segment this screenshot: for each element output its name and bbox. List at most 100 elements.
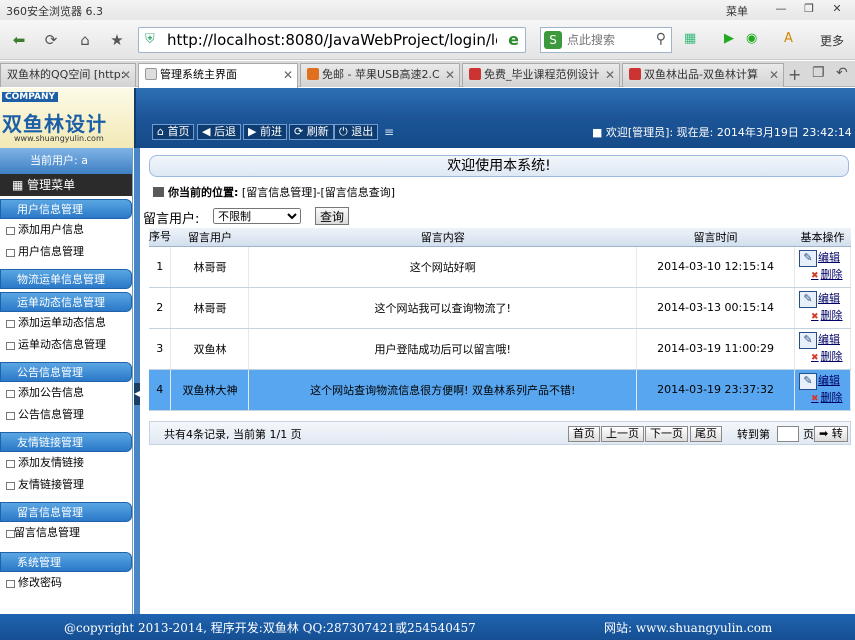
tab-shuangyulin[interactable]: 双鱼林出品-双鱼林计算 ✕ bbox=[622, 63, 784, 87]
tab-free-course[interactable]: 免费_毕业课程范例设计 ✕ bbox=[462, 63, 620, 87]
footer: @copyright 2013-2014, 程序开发:双鱼林 QQ:287307… bbox=[0, 614, 855, 640]
cell-time: 2014-03-19 11:00:29 bbox=[636, 328, 795, 370]
sidebar-group-waybill-dynamic[interactable]: 运单动态信息管理 bbox=[0, 292, 132, 312]
table-row[interactable]: 1 林哥哥 这个网站好啊 2014-03-10 12:15:14 编辑删除 bbox=[149, 246, 851, 288]
nav-label: 退出 bbox=[351, 125, 374, 138]
close-tab-icon[interactable]: ✕ bbox=[769, 64, 779, 86]
table-row[interactable]: 2 林哥哥 这个网站我可以查询物流了! 2014-03-13 00:15:14 … bbox=[149, 287, 851, 329]
tab-qq-space[interactable]: 双鱼林的QQ空间 [http: ✕ bbox=[0, 63, 136, 87]
back-icon[interactable]: ⬅ bbox=[6, 27, 32, 53]
edit-link[interactable]: 编辑 bbox=[799, 251, 840, 264]
edit-link[interactable]: 编辑 bbox=[799, 292, 840, 305]
brand-name: 双鱼林设计 bbox=[2, 112, 107, 136]
sidebar-item-link-manage[interactable]: 友情链接管理 bbox=[0, 474, 132, 496]
sidebar-item-message-manage[interactable]: 留言信息管理 bbox=[0, 522, 132, 544]
sidebar-item-add-notice[interactable]: 添加公告信息 bbox=[0, 382, 132, 404]
cell-ops: 编辑删除 bbox=[794, 246, 851, 288]
search-box[interactable]: S ⚲ bbox=[540, 27, 672, 53]
search-input[interactable] bbox=[567, 32, 647, 48]
query-button[interactable]: 查询 bbox=[315, 207, 349, 225]
search-icon[interactable]: ⚲ bbox=[656, 31, 666, 47]
browser-menu-button[interactable]: 菜单 bbox=[726, 3, 748, 19]
sidebar-group-links[interactable]: 友情链接管理 bbox=[0, 432, 132, 452]
sidebar-group-user[interactable]: 用户信息管理 bbox=[0, 199, 132, 219]
delete-link[interactable]: 删除 bbox=[799, 309, 843, 322]
sidebar-group-messages[interactable]: 留言信息管理 bbox=[0, 502, 132, 522]
edit-link[interactable]: 编辑 bbox=[799, 374, 840, 387]
nav-home-button[interactable]: ⌂ 首页 bbox=[152, 124, 195, 140]
restore-tab-icon[interactable]: ↶ bbox=[836, 65, 848, 81]
collapse-arrow-icon[interactable]: ◀ bbox=[134, 383, 140, 405]
more-button[interactable]: 更多 bbox=[820, 32, 844, 49]
table-header-row: 序号 留言用户 留言内容 留言时间 基本操作 bbox=[149, 228, 851, 247]
table-row-selected[interactable]: 4 双鱼林大神 这个网站查询物流信息很方便啊! 双鱼林系列产品不错! 2014-… bbox=[149, 369, 851, 411]
sidebar-group-notice[interactable]: 公告信息管理 bbox=[0, 362, 132, 382]
close-window-icon[interactable]: ✕ bbox=[828, 2, 846, 16]
sidebar-item-add-link[interactable]: 添加友情链接 bbox=[0, 452, 132, 474]
delete-link[interactable]: 删除 bbox=[799, 268, 843, 281]
cell-no: 2 bbox=[149, 287, 172, 329]
security-icon[interactable]: ◉ bbox=[746, 31, 757, 46]
location-icon bbox=[153, 187, 164, 197]
browser-titlebar: 360安全浏览器 6.3 菜单 — ❐ ✕ bbox=[0, 0, 855, 20]
menu-title: ▦ 管理菜单 bbox=[0, 174, 132, 196]
nav-forward-button[interactable]: ▶ 前进 bbox=[243, 124, 287, 140]
nav-label: 前进 bbox=[259, 125, 282, 138]
goto-page-input[interactable] bbox=[777, 426, 799, 442]
footer-copyright: @copyright 2013-2014, 程序开发:双鱼林 QQ:287307… bbox=[64, 621, 476, 635]
search-engine-icon[interactable]: S bbox=[544, 31, 562, 49]
minimize-icon[interactable]: — bbox=[772, 2, 790, 16]
sidebar-item-dynamic-manage[interactable]: 运单动态信息管理 bbox=[0, 334, 132, 356]
url-input[interactable] bbox=[167, 30, 497, 50]
last-page-button[interactable]: 尾页 bbox=[690, 426, 722, 442]
favorite-star-icon[interactable]: ★ bbox=[104, 27, 130, 53]
message-table: 序号 留言用户 留言内容 留言时间 基本操作 1 林哥哥 这个网站好啊 2014… bbox=[149, 228, 851, 411]
go-button[interactable]: ➡ 转 bbox=[814, 426, 848, 442]
prev-page-button[interactable]: 上一页 bbox=[601, 426, 644, 442]
current-user: 当前用户: a bbox=[0, 148, 132, 174]
new-tab-icon[interactable]: + bbox=[788, 65, 801, 84]
translate-icon[interactable]: A bbox=[784, 31, 793, 46]
menu-lines-icon: ≡ bbox=[384, 125, 395, 139]
sidebar-group-system[interactable]: 系统管理 bbox=[0, 552, 132, 572]
tab-free-mail[interactable]: 免邮 - 苹果USB高速2.C ✕ bbox=[300, 63, 460, 87]
delete-link[interactable]: 删除 bbox=[799, 391, 843, 404]
close-tab-icon[interactable]: ✕ bbox=[283, 64, 293, 86]
table-row[interactable]: 3 双鱼林 用户登陆成功后可以留言哦! 2014-03-19 11:00:29 … bbox=[149, 328, 851, 370]
address-bar[interactable]: ⛨ e bbox=[138, 27, 526, 53]
sidebar-item-user-manage[interactable]: 用户信息管理 bbox=[0, 241, 132, 263]
filter-label: 留言用户: bbox=[143, 212, 200, 227]
sidebar-item-notice-manage[interactable]: 公告信息管理 bbox=[0, 404, 132, 426]
maximize-icon[interactable]: ❐ bbox=[800, 2, 818, 16]
home-icon[interactable]: ⌂ bbox=[72, 27, 98, 53]
ie-engine-icon[interactable]: e bbox=[508, 30, 519, 49]
sidebar-splitter[interactable]: ◀ bbox=[134, 148, 140, 614]
next-page-button[interactable]: 下一页 bbox=[645, 426, 688, 442]
nav-logout-button[interactable]: ⏻ 退出 bbox=[334, 124, 379, 140]
tab-admin-main[interactable]: 管理系统主界面 ✕ bbox=[138, 63, 298, 88]
edit-link[interactable]: 编辑 bbox=[799, 333, 840, 346]
close-tab-icon[interactable]: ✕ bbox=[605, 64, 615, 86]
delete-link[interactable]: 删除 bbox=[799, 350, 843, 363]
filter-bar: 留言用户: 不限制 查询 bbox=[143, 207, 349, 227]
tab-label: 管理系统主界面 bbox=[160, 68, 237, 81]
close-tab-icon[interactable]: ✕ bbox=[121, 64, 131, 86]
sidebar-group-waybill[interactable]: 物流运单信息管理 bbox=[0, 269, 132, 289]
sidebar-item-add-user[interactable]: 添加用户信息 bbox=[0, 219, 132, 241]
user-filter-select[interactable]: 不限制 bbox=[213, 208, 301, 224]
sidebar-item-change-password[interactable]: 修改密码 bbox=[0, 572, 132, 594]
cell-ops: 编辑删除 bbox=[794, 369, 851, 411]
close-tab-icon[interactable]: ✕ bbox=[445, 64, 455, 86]
media-play-icon[interactable]: ▶ bbox=[724, 31, 734, 46]
tab-list-icon[interactable]: ❐ bbox=[812, 65, 825, 81]
reload-icon[interactable]: ⟳ bbox=[38, 27, 64, 53]
footer-site: 网站: www.shuangyulin.com bbox=[604, 621, 773, 635]
first-page-button[interactable]: 首页 bbox=[568, 426, 600, 442]
apps-grid-icon[interactable]: ▦ bbox=[684, 31, 696, 46]
company-label: COMPANY bbox=[2, 92, 58, 102]
goto-label: 转到第 bbox=[737, 428, 770, 441]
sidebar-item-add-dynamic[interactable]: 添加运单动态信息 bbox=[0, 312, 132, 334]
tab-label: 免邮 - 苹果USB高速2.C bbox=[322, 68, 440, 81]
nav-refresh-button[interactable]: ⟳ 刷新 bbox=[289, 124, 334, 140]
nav-back-button[interactable]: ◀ 后退 bbox=[197, 124, 241, 140]
